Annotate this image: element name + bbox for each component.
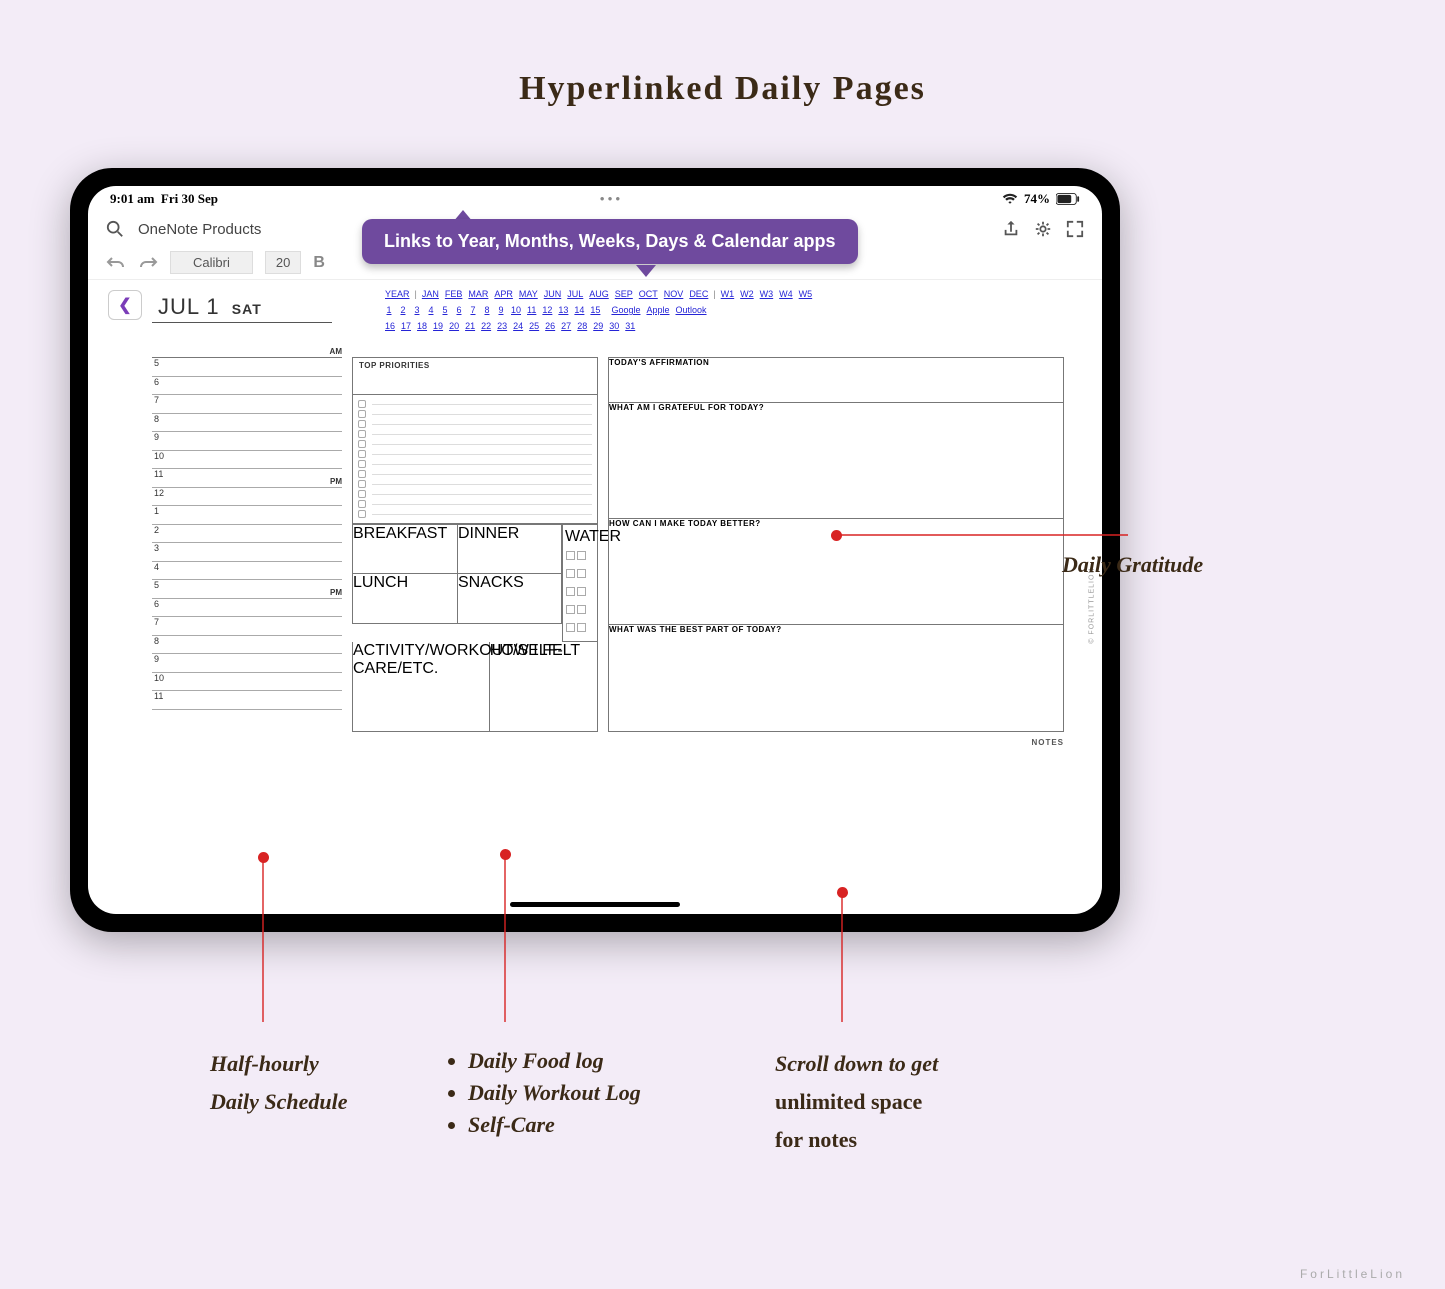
callout-dot xyxy=(837,887,848,898)
schedule-column[interactable]: 5AM6789101112PM123456PM7891011 xyxy=(152,357,342,732)
dinner-label: DINNER xyxy=(458,525,561,543)
callout-dot xyxy=(500,849,511,860)
search-icon[interactable] xyxy=(106,220,124,238)
howifelt-label: HOW I FELT xyxy=(490,642,597,660)
status-time: 9:01 am xyxy=(110,191,154,206)
water-tracker[interactable]: WATER xyxy=(562,524,598,642)
status-bar: 9:01 am Fri 30 Sep • • • 74% xyxy=(88,186,1102,212)
back-button[interactable]: ❮ xyxy=(108,290,142,320)
notes-label: NOTES xyxy=(152,738,1064,747)
reflection-column[interactable]: TODAY'S AFFIRMATION WHAT AM I GRATEFUL F… xyxy=(608,357,1064,732)
battery-icon xyxy=(1056,193,1080,205)
callout-dot xyxy=(831,530,842,541)
tablet-device: 9:01 am Fri 30 Sep • • • 74% OneNote Pro… xyxy=(70,168,1120,932)
callout-pill: Links to Year, Months, Weeks, Days & Cal… xyxy=(362,219,858,264)
page-credit: ForLittleLion xyxy=(1300,1267,1405,1281)
middle-column[interactable]: TOP PRIORITIES BREAKFAST DINNER LUNCH xyxy=(352,357,598,732)
lunch-label: LUNCH xyxy=(353,574,457,592)
wifi-icon xyxy=(1002,193,1018,205)
font-select[interactable]: Calibri xyxy=(170,251,253,274)
planner-page: JUL 1 SAT YEAR|JANFEBMARAPRMAYJUNJULAUGS… xyxy=(152,284,1102,914)
top-priorities-label: TOP PRIORITIES xyxy=(353,358,597,373)
status-date: Fri 30 Sep xyxy=(161,191,218,206)
callout-logs: Daily Food logDaily Workout LogSelf-Care xyxy=(468,1042,641,1144)
callout-dot xyxy=(258,852,269,863)
fullscreen-icon[interactable] xyxy=(1066,220,1084,238)
document-canvas: ❮ JUL 1 SAT YEAR|JANFEBMARAPRMAYJUNJULAU… xyxy=(88,284,1102,914)
home-indicator[interactable] xyxy=(510,902,680,907)
better-label: HOW CAN I MAKE TODAY BETTER? xyxy=(609,519,1063,528)
battery-text: 74% xyxy=(1024,191,1050,207)
tablet-screen: 9:01 am Fri 30 Sep • • • 74% OneNote Pro… xyxy=(88,186,1102,914)
snacks-label: SNACKS xyxy=(458,574,561,592)
activity-label: ACTIVITY/WORKOUT/SELF-CARE/ETC. xyxy=(353,642,489,678)
fontsize-select[interactable]: 20 xyxy=(265,251,301,274)
gear-icon[interactable] xyxy=(1034,220,1052,238)
affirmation-label: TODAY'S AFFIRMATION xyxy=(609,358,1063,367)
undo-icon[interactable] xyxy=(106,255,126,271)
callout-gratitude: Daily Gratitude xyxy=(1062,552,1203,578)
pill-bottom-tail xyxy=(636,265,656,277)
gratitude-label: WHAT AM I GRATEFUL FOR TODAY? xyxy=(609,403,1063,412)
hyperlink-bar[interactable]: YEAR|JANFEBMARAPRMAYJUNJULAUGSEPOCTNOVDE… xyxy=(382,288,815,332)
share-icon[interactable] xyxy=(1002,220,1020,238)
copyright-text: © FORLITTLELION xyxy=(1089,568,1096,644)
breakfast-label: BREAKFAST xyxy=(353,525,457,543)
callout-notes: Scroll down to get unlimited space for n… xyxy=(775,1051,938,1153)
page-title: Hyperlinked Daily Pages xyxy=(519,70,926,108)
bestpart-label: WHAT WAS THE BEST PART OF TODAY? xyxy=(609,625,1063,634)
callout-schedule: Half-hourlyDaily Schedule xyxy=(210,1051,348,1115)
search-text[interactable]: OneNote Products xyxy=(138,221,261,238)
redo-icon[interactable] xyxy=(138,255,158,271)
